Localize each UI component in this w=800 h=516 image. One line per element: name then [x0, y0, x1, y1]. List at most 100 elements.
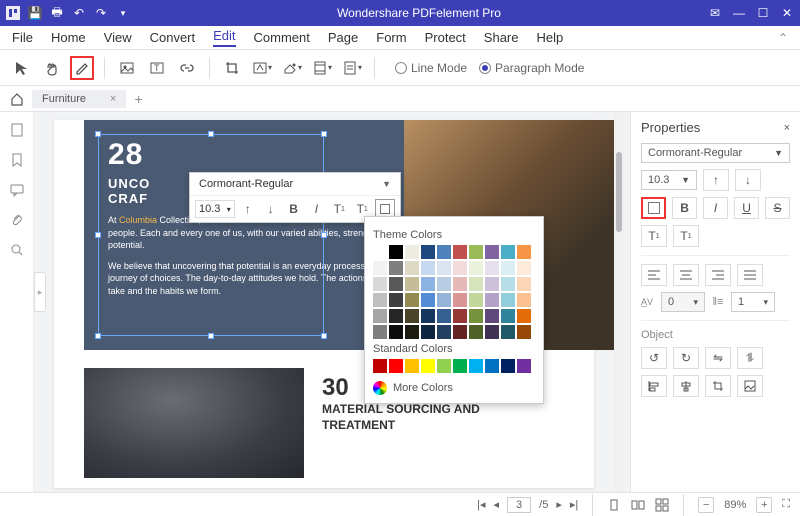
color-swatch[interactable] — [517, 325, 531, 339]
color-swatch[interactable] — [421, 359, 435, 373]
color-swatch[interactable] — [469, 261, 483, 275]
view-single-icon[interactable] — [607, 498, 621, 512]
next-page-icon[interactable]: ▸ — [556, 498, 562, 511]
color-swatch[interactable] — [485, 293, 499, 307]
canvas-vertical-scrollbar[interactable] — [614, 112, 624, 492]
color-swatch[interactable] — [469, 293, 483, 307]
properties-close-icon[interactable]: × — [784, 122, 790, 134]
align-justify-icon[interactable] — [737, 264, 763, 286]
decrease-font-icon[interactable]: ↓ — [261, 199, 281, 219]
color-swatch[interactable] — [485, 245, 499, 259]
prop-superscript-icon[interactable]: T1 — [641, 225, 667, 247]
obj-crop-icon[interactable] — [705, 375, 731, 397]
menu-convert[interactable]: Convert — [150, 30, 196, 45]
color-swatch[interactable] — [389, 359, 403, 373]
select-tool-icon[interactable] — [10, 56, 34, 80]
color-swatch[interactable] — [501, 277, 515, 291]
color-swatch[interactable] — [517, 293, 531, 307]
color-swatch[interactable] — [405, 359, 419, 373]
color-swatch[interactable] — [517, 277, 531, 291]
prop-underline-icon[interactable]: U — [734, 197, 759, 219]
color-swatch[interactable] — [405, 277, 419, 291]
font-size-select[interactable]: 10.3▾ — [195, 200, 235, 218]
align-left-icon[interactable] — [641, 264, 667, 286]
color-swatch[interactable] — [405, 245, 419, 259]
background-icon[interactable]: ▾ — [280, 56, 304, 80]
bold-icon[interactable]: B — [284, 199, 304, 219]
fullscreen-icon[interactable]: ⛶ — [782, 498, 790, 511]
prop-subscript-icon[interactable]: T1 — [673, 225, 699, 247]
zoom-out-icon[interactable]: − — [698, 497, 714, 513]
canvas-area[interactable]: ▸ 28 UNCO CRAF At Columbia Collective, w… — [34, 112, 630, 492]
color-swatch[interactable] — [485, 325, 499, 339]
prop-strikethrough-icon[interactable]: S — [765, 197, 790, 219]
line-spacing-input[interactable]: 1▾ — [731, 292, 775, 312]
obj-align-center-icon[interactable] — [673, 375, 699, 397]
color-swatch[interactable] — [469, 309, 483, 323]
color-swatch[interactable] — [453, 277, 467, 291]
collapse-ribbon-icon[interactable]: ⌃ — [778, 31, 788, 45]
color-swatch[interactable] — [453, 293, 467, 307]
color-swatch[interactable] — [469, 277, 483, 291]
color-swatch[interactable] — [437, 245, 451, 259]
color-swatch[interactable] — [517, 261, 531, 275]
menu-share[interactable]: Share — [484, 30, 519, 45]
bates-icon[interactable]: ▾ — [340, 56, 364, 80]
prop-bold-icon[interactable]: B — [672, 197, 697, 219]
menu-protect[interactable]: Protect — [425, 30, 466, 45]
color-swatch[interactable] — [421, 261, 435, 275]
color-swatch[interactable] — [485, 359, 499, 373]
flip-vertical-icon[interactable]: ⥮ — [737, 347, 763, 369]
more-colors-button[interactable]: More Colors — [373, 381, 535, 395]
color-swatch[interactable] — [421, 245, 435, 259]
close-icon[interactable]: ✕ — [780, 6, 794, 20]
zoom-value[interactable]: 89% — [724, 499, 746, 511]
prev-page-icon[interactable]: ◂ — [494, 498, 500, 511]
zoom-in-icon[interactable]: + — [756, 497, 772, 513]
crop-icon[interactable] — [220, 56, 244, 80]
line-mode-radio[interactable]: Line Mode — [395, 61, 467, 75]
color-swatch[interactable] — [405, 293, 419, 307]
color-swatch[interactable] — [373, 325, 387, 339]
color-swatch[interactable] — [517, 359, 531, 373]
color-swatch[interactable] — [437, 359, 451, 373]
watermark-icon[interactable]: ▾ — [250, 56, 274, 80]
color-swatch[interactable] — [501, 359, 515, 373]
color-swatch[interactable] — [437, 293, 451, 307]
color-swatch[interactable] — [373, 293, 387, 307]
menu-form[interactable]: Form — [376, 30, 406, 45]
bookmarks-icon[interactable] — [9, 152, 25, 168]
menu-file[interactable]: File — [12, 30, 33, 45]
prop-italic-icon[interactable]: I — [703, 197, 728, 219]
increase-font-icon[interactable]: ↑ — [238, 199, 258, 219]
color-swatch[interactable] — [501, 293, 515, 307]
edit-text-tool-icon[interactable] — [70, 56, 94, 80]
color-swatch[interactable] — [453, 261, 467, 275]
color-swatch[interactable] — [517, 245, 531, 259]
comments-icon[interactable] — [9, 182, 25, 198]
align-right-icon[interactable] — [705, 264, 731, 286]
color-swatch[interactable] — [437, 309, 451, 323]
prop-font-size-select[interactable]: 10.3▼ — [641, 170, 697, 190]
color-swatch[interactable] — [501, 245, 515, 259]
header-footer-icon[interactable]: ▾ — [310, 56, 334, 80]
current-page-input[interactable]: 3 — [507, 497, 531, 513]
color-swatch[interactable] — [405, 261, 419, 275]
color-swatch[interactable] — [373, 277, 387, 291]
color-swatch[interactable] — [485, 309, 499, 323]
color-swatch[interactable] — [469, 325, 483, 339]
view-grid-icon[interactable] — [655, 498, 669, 512]
color-swatch[interactable] — [389, 277, 403, 291]
titlebar-more-icon[interactable]: ▾ — [116, 6, 130, 20]
color-swatch[interactable] — [389, 309, 403, 323]
home-tab-icon[interactable] — [10, 92, 24, 106]
color-swatch[interactable] — [485, 277, 499, 291]
mail-icon[interactable]: ✉ — [708, 6, 722, 20]
italic-icon[interactable]: I — [306, 199, 326, 219]
color-swatch[interactable] — [373, 245, 387, 259]
color-swatch[interactable] — [421, 309, 435, 323]
color-swatch[interactable] — [405, 309, 419, 323]
align-center-icon[interactable] — [673, 264, 699, 286]
color-swatch[interactable] — [373, 261, 387, 275]
font-family-select[interactable]: Cormorant-Regular▼ — [195, 176, 395, 192]
